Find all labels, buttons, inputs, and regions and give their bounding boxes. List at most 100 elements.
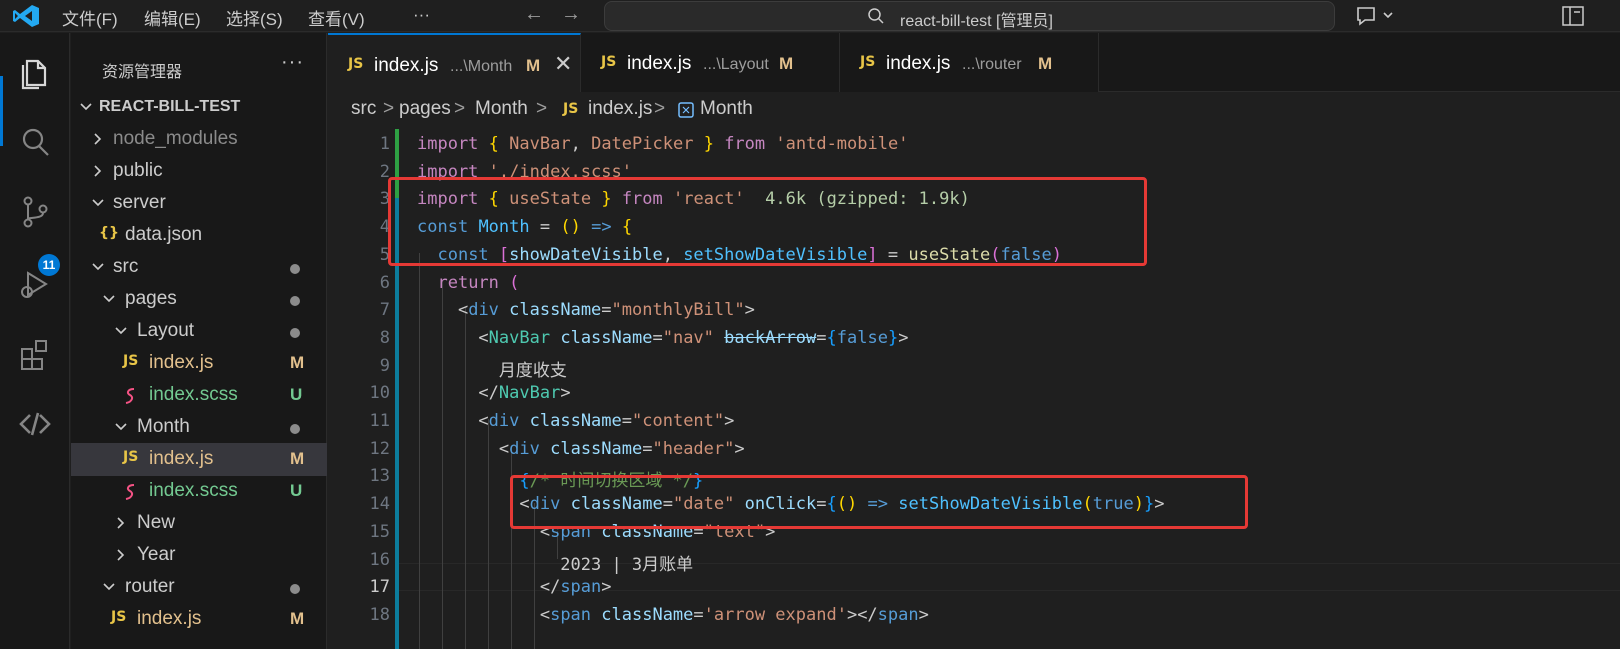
- tab-filename: index.js: [627, 53, 692, 74]
- code-token: >: [898, 327, 909, 348]
- tree-folder-layout[interactable]: Layout: [71, 315, 327, 348]
- extensions-icon[interactable]: [16, 335, 54, 373]
- menu-edit[interactable]: 编辑(E): [144, 5, 201, 30]
- code-token: return: [437, 272, 499, 293]
- breadcrumb-src[interactable]: src: [351, 98, 376, 120]
- line-number: 10: [369, 383, 390, 404]
- explorer-files-icon[interactable]: [16, 53, 54, 91]
- code-token: <: [478, 327, 489, 348]
- tab-modified-indicator: M: [779, 54, 794, 73]
- code-token: 2023 | 3月账单: [417, 554, 694, 575]
- line-number: 6: [379, 272, 390, 293]
- tree-folder-public[interactable]: public: [71, 155, 327, 188]
- tree-folder-router[interactable]: router: [71, 571, 327, 604]
- tree-item-label: server: [113, 192, 166, 213]
- tree-folder-new[interactable]: New: [71, 507, 327, 540]
- tree-file-month-index-scss[interactable]: index.scss U: [71, 475, 327, 508]
- menu-more[interactable]: ···: [413, 5, 430, 25]
- line-number: 11: [369, 411, 390, 431]
- tree-item-label: Year: [137, 544, 176, 565]
- code-token: "nav": [662, 327, 714, 348]
- modified-dot: [290, 424, 300, 434]
- tree-folder-server[interactable]: server: [71, 187, 327, 220]
- tab-modified-indicator: M: [526, 56, 541, 75]
- code-editor[interactable]: 1 2 3 4 5 6 7 8 9 10 11 12 13 14 15 16 17 18 import { Nav…: [328, 129, 1620, 649]
- search-icon[interactable]: [16, 123, 54, 161]
- code-token: }: [887, 327, 899, 348]
- code-token: >: [734, 438, 745, 459]
- code-token: span: [877, 604, 919, 625]
- js-file-icon: JS: [601, 54, 617, 70]
- code-token: 月度收支: [417, 360, 567, 381]
- breadcrumb-symbol[interactable]: Month: [700, 98, 753, 120]
- breadcrumb-separator: >: [536, 98, 548, 119]
- layout-toggle-icon[interactable]: [1561, 4, 1585, 28]
- code-token: backArrow: [724, 327, 817, 348]
- code-token: "header": [652, 438, 735, 459]
- menu-view[interactable]: 查看(V): [308, 5, 365, 30]
- tree-file-data-json[interactable]: {} data.json: [71, 219, 327, 252]
- chevron-down-icon: [103, 583, 115, 591]
- chevron-right-icon: [94, 165, 102, 177]
- annotation-box-onclick: [510, 475, 1248, 529]
- tree-file-layout-index-scss[interactable]: index.scss U: [71, 379, 327, 412]
- chevron-down-icon: [115, 423, 127, 431]
- tab-router-index-js[interactable]: JS index.js ...\router M: [840, 33, 1099, 92]
- run-debug-icon[interactable]: [16, 265, 54, 303]
- tree-folder-year[interactable]: Year: [71, 539, 327, 572]
- breadcrumb-file[interactable]: index.js: [588, 98, 652, 120]
- copilot-chat-icon[interactable]: [1354, 4, 1394, 28]
- tab-filename: index.js: [374, 55, 439, 76]
- breadcrumb-month[interactable]: Month: [475, 98, 528, 120]
- menu-file[interactable]: 文件(F): [62, 5, 118, 30]
- scss-file-icon: [125, 388, 135, 404]
- code-token: </: [539, 577, 561, 598]
- forward-arrow-icon[interactable]: →: [561, 3, 581, 26]
- code-token: =: [693, 604, 704, 625]
- tree-folder-src[interactable]: src: [71, 251, 327, 284]
- back-arrow-icon[interactable]: ←: [524, 3, 544, 26]
- tree-folder-node-modules[interactable]: node_modules: [71, 123, 327, 156]
- explorer-sidebar: 资源管理器 ··· REACT-BILL-TEST node_modules p…: [71, 33, 327, 649]
- code-line: </span>: [417, 577, 612, 597]
- tree-file-month-index-js[interactable]: JS index.js M: [71, 443, 327, 476]
- tree-folder-pages[interactable]: pages: [71, 283, 327, 316]
- code-token: =: [816, 327, 827, 348]
- tree-file-router-index-js[interactable]: JS index.js M: [71, 603, 327, 636]
- json-file-icon: {}: [99, 225, 119, 241]
- code-token: </: [478, 383, 499, 404]
- tab-layout-index-js[interactable]: JS index.js ...\Layout M: [581, 33, 840, 92]
- line-number: 2: [379, 161, 390, 182]
- code-line: <NavBar className="nav" backArrow={false…: [417, 328, 908, 348]
- code-token: className: [529, 411, 622, 431]
- code-token: >: [918, 604, 929, 625]
- tree-folder-month[interactable]: Month: [71, 411, 327, 444]
- git-status-modified: M: [290, 449, 305, 468]
- tab-month-index-js[interactable]: JS index.js ...\Month M ✕: [328, 33, 581, 92]
- breadcrumb-pages[interactable]: pages: [399, 98, 451, 120]
- code-line: <div className="content">: [417, 411, 734, 431]
- source-control-icon[interactable]: [16, 193, 54, 231]
- command-center-search[interactable]: react-bill-test [管理员]: [604, 1, 1335, 31]
- explorer-more-actions[interactable]: ···: [281, 51, 304, 74]
- chevron-right-icon: [117, 549, 125, 561]
- tab-close-icon[interactable]: ✕: [554, 51, 572, 77]
- chevron-right-icon: [94, 133, 102, 145]
- tree-file-layout-index-js[interactable]: JS index.js M: [71, 347, 327, 380]
- chevron-down-icon: [115, 327, 127, 335]
- code-token: ></: [846, 604, 878, 625]
- remote-explorer-icon[interactable]: [16, 405, 54, 443]
- menu-selection[interactable]: 选择(S): [226, 5, 283, 30]
- breadcrumb: src > pages > Month > JS index.js > Mont…: [328, 93, 1620, 129]
- tree-root-folder[interactable]: REACT-BILL-TEST: [71, 91, 327, 124]
- tab-path: ...\router: [962, 56, 1022, 73]
- code-token: NavBar: [509, 134, 571, 154]
